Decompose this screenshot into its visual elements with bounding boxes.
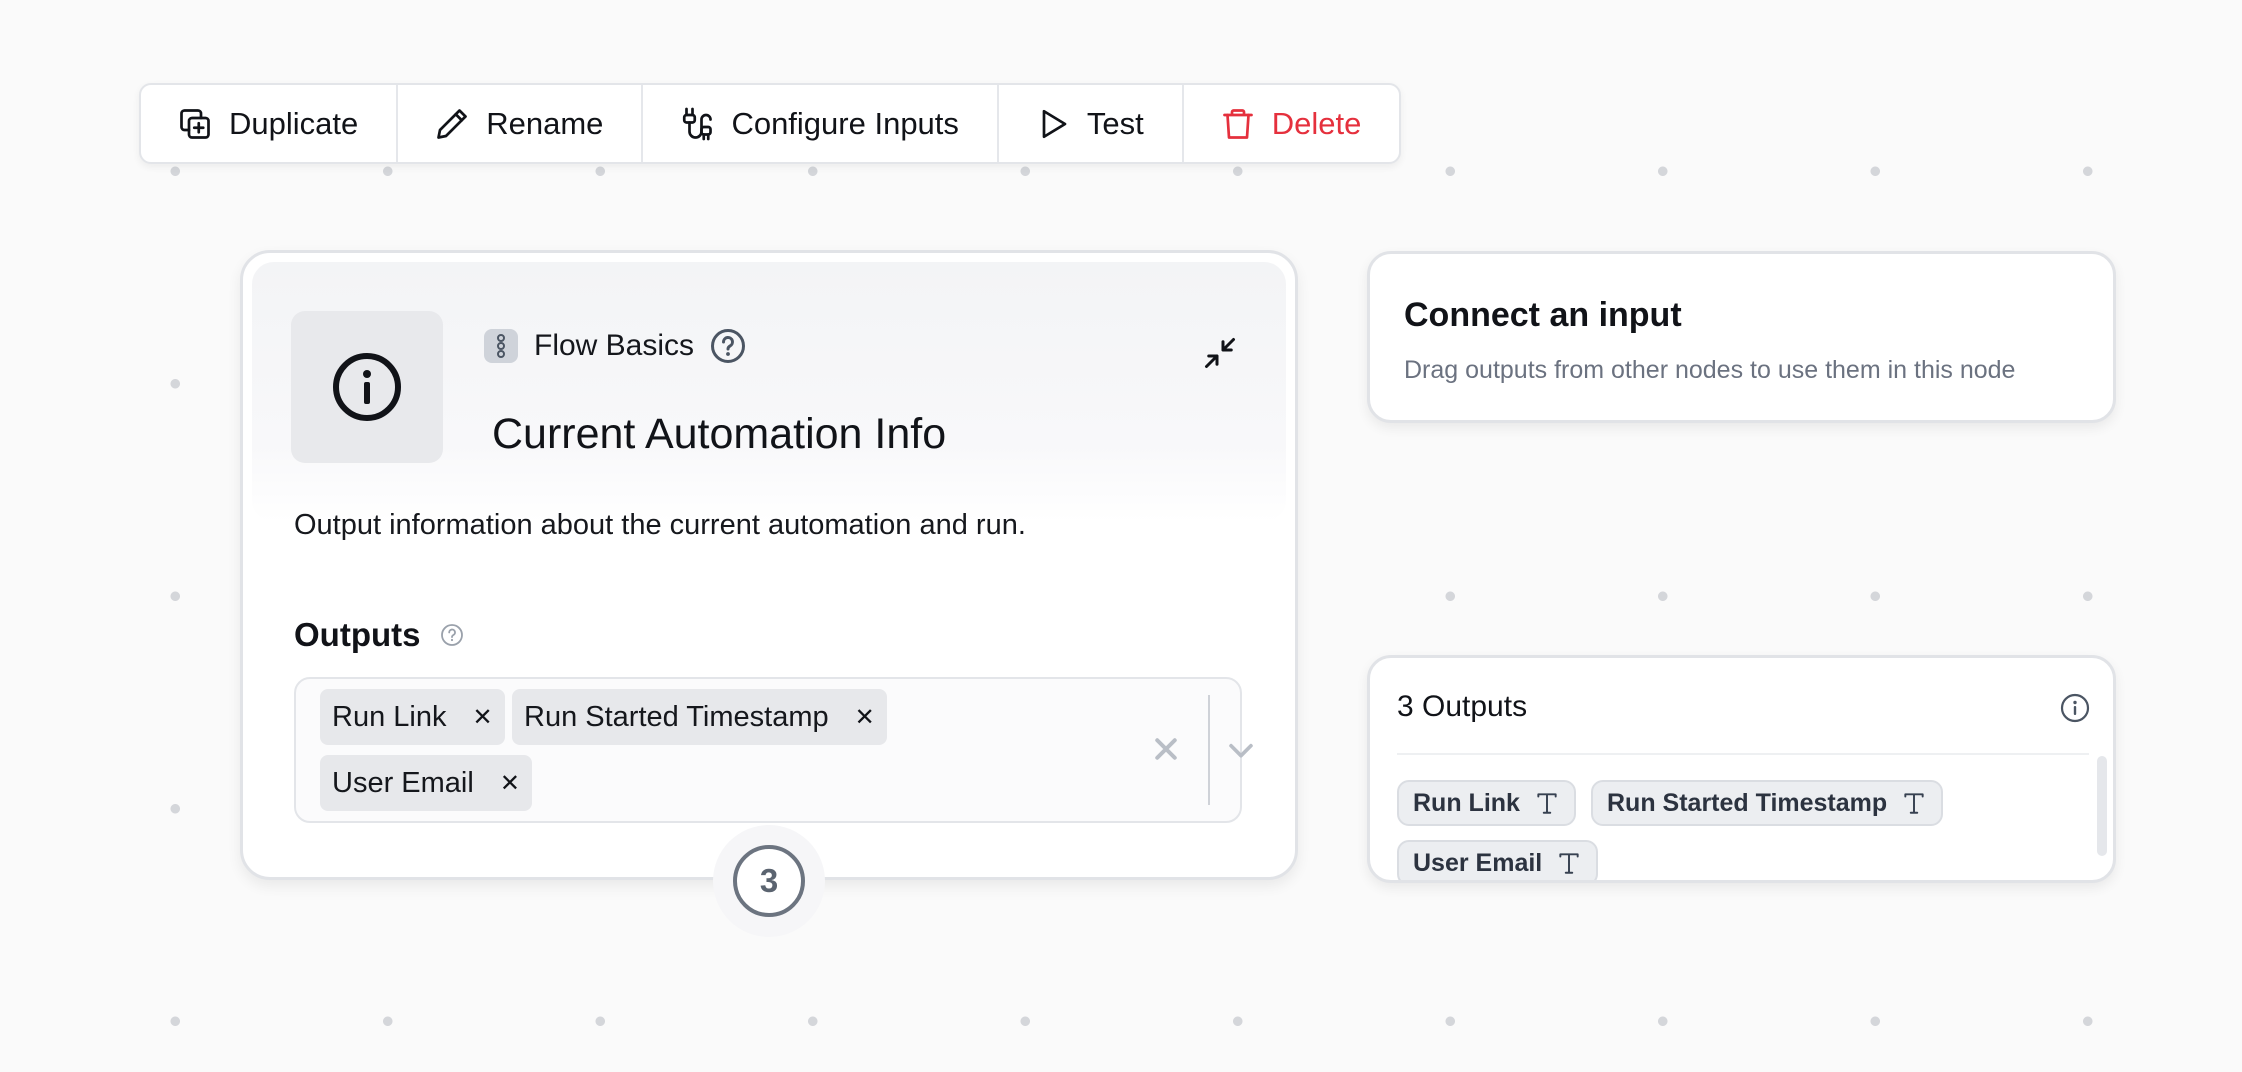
configure-inputs-button[interactable]: Configure Inputs [643,85,999,162]
chip-label: Run Started Timestamp [524,700,829,733]
output-item-label: Run Started Timestamp [1607,788,1888,817]
flow-icon [484,329,518,363]
chip-label: User Email [332,766,474,799]
delete-button[interactable]: Delete [1184,85,1400,162]
chevron-down-icon[interactable] [1224,733,1258,767]
trash-icon [1222,108,1253,139]
remove-chip-icon[interactable]: ✕ [472,703,492,732]
plug-icon [683,107,713,140]
scrollbar[interactable] [2097,756,2107,856]
output-count-handle[interactable]: 3 [713,825,825,937]
remove-chip-icon[interactable]: ✕ [855,703,875,732]
outputs-heading: Outputs [294,616,464,654]
node-category: Flow Basics [484,328,746,364]
duplicate-button[interactable]: Duplicate [141,85,399,162]
category-label: Flow Basics [534,329,695,362]
output-item-run-link[interactable]: Run Link [1397,780,1576,826]
text-type-icon [1559,853,1579,874]
chip-label: Run Link [332,700,447,733]
outputs-label: Outputs [294,616,421,653]
output-chip-user-email: User Email ✕ [320,755,532,811]
pencil-icon [437,108,468,139]
node-title: Current Automation Info [492,410,947,458]
outputs-panel-title: 3 Outputs [1397,690,1528,723]
test-button[interactable]: Test [999,85,1184,162]
node-toolbar: Duplicate Rename Configure Inputs Test D… [139,83,1402,164]
output-item-label: User Email [1413,848,1543,877]
connect-input-title: Connect an input [1404,296,1682,334]
output-item-run-started-timestamp[interactable]: Run Started Timestamp [1591,780,1944,826]
connect-input-subtitle: Drag outputs from other nodes to use the… [1404,356,2016,384]
divider [1397,753,2089,755]
help-icon[interactable] [440,623,464,647]
remove-chip-icon[interactable]: ✕ [500,769,520,798]
automation-node-card[interactable]: Flow Basics Current Automation Info Outp… [240,250,1298,880]
output-count-badge: 3 [733,845,805,917]
duplicate-icon [180,108,210,139]
output-chip-run-started-timestamp: Run Started Timestamp ✕ [512,689,887,745]
info-icon [333,353,401,421]
output-item-user-email[interactable]: User Email [1397,840,1599,880]
node-icon-tile [291,311,443,463]
text-type-icon [1904,793,1924,814]
duplicate-label: Duplicate [229,105,359,141]
outputs-panel: 3 Outputs Run Link Run Started Timestamp… [1367,655,2116,883]
configure-inputs-label: Configure Inputs [731,105,959,141]
outputs-multiselect[interactable]: Run Link ✕ Run Started Timestamp ✕ User … [294,677,1253,823]
info-icon[interactable] [2059,692,2091,724]
text-type-icon [1537,793,1557,814]
collapse-icon[interactable] [1202,335,1238,371]
rename-button[interactable]: Rename [398,85,644,162]
rename-label: Rename [486,105,604,141]
connect-input-panel[interactable]: Connect an input Drag outputs from other… [1367,251,2116,423]
play-icon [1042,109,1067,138]
clear-all-icon[interactable] [1151,734,1181,764]
output-item-label: Run Link [1413,788,1520,817]
delete-label: Delete [1271,105,1362,141]
divider [1208,695,1210,805]
output-chip-run-link: Run Link ✕ [320,689,505,745]
help-icon[interactable] [710,328,746,364]
test-label: Test [1086,105,1144,141]
node-description: Output information about the current aut… [294,509,1026,541]
